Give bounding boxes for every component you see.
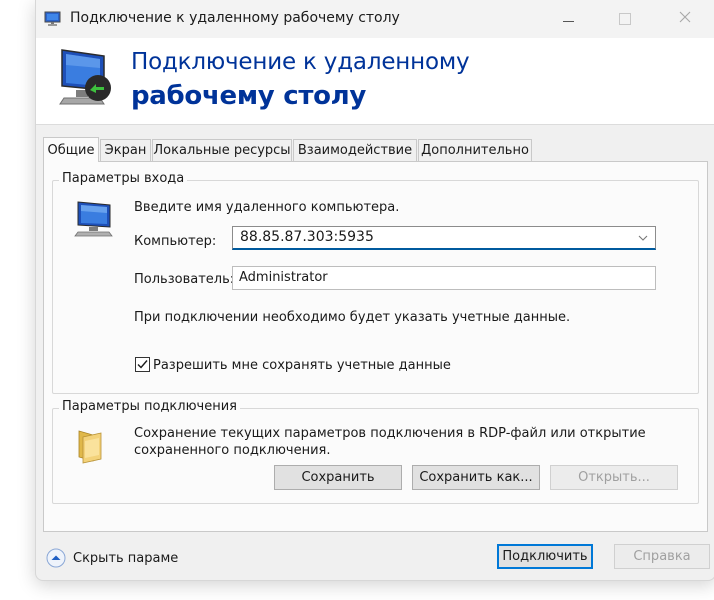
minimize-button[interactable]: [546, 0, 592, 38]
user-value: Administrator: [239, 270, 328, 285]
maximize-icon: [619, 13, 631, 25]
tab-label: Взаимодействие: [297, 143, 413, 158]
credentials-note: При подключении необходимо будет указать…: [134, 310, 571, 325]
button-label: Сохранить как...: [419, 470, 533, 485]
computer-combobox[interactable]: 88.85.87.303:5935: [232, 226, 656, 250]
rdp-window: Подключение к удаленному рабочему столу: [35, 0, 714, 581]
tab-advanced[interactable]: Дополнительно: [418, 139, 532, 161]
connection-description-line1: Сохранение текущих параметров подключени…: [134, 426, 646, 441]
title-bar[interactable]: Подключение к удаленному рабочему столу: [36, 0, 714, 38]
user-field[interactable]: Administrator: [232, 266, 656, 290]
hide-options-label[interactable]: Скрыть параме: [73, 551, 178, 566]
computer-icon: [73, 199, 117, 239]
tab-general[interactable]: Общие: [43, 137, 99, 162]
user-label: Пользователь:: [134, 272, 235, 287]
save-credentials-label[interactable]: Разрешить мне сохранять учетные данные: [153, 358, 451, 373]
tab-label: Локальные ресурсы: [153, 143, 291, 158]
computer-value: 88.85.87.303:5935: [240, 229, 374, 245]
tab-label: Дополнительно: [421, 143, 529, 158]
tab-label: Экран: [104, 143, 147, 158]
computer-label: Компьютер:: [134, 234, 217, 249]
logon-settings-group: Параметры входа Введите имя удаленного к…: [52, 171, 699, 394]
maximize-button[interactable]: [602, 0, 648, 38]
instruction-text: Введите имя удаленного компьютера.: [134, 200, 400, 215]
remote-desktop-monitor-icon: [56, 46, 130, 114]
connection-description-line2: сохраненного подключения.: [134, 443, 331, 458]
open-button[interactable]: Открыть...: [550, 465, 678, 490]
tab-local-resources[interactable]: Локальные ресурсы: [152, 139, 292, 161]
close-button[interactable]: [662, 0, 708, 38]
connection-settings-group: Параметры подключения Сохранение текущих…: [52, 399, 699, 504]
banner: Подключение к удаленному рабочему столу: [36, 38, 714, 125]
chevron-down-icon[interactable]: [637, 232, 649, 244]
remote-desktop-icon: [44, 11, 62, 27]
hide-options-button[interactable]: [46, 548, 66, 568]
button-label: Сохранить: [301, 470, 375, 485]
window-title: Подключение к удаленному рабочему столу: [70, 10, 400, 26]
banner-title-line2: рабочему столу: [131, 81, 367, 111]
banner-title-line1: Подключение к удаленному: [131, 49, 470, 75]
save-as-button[interactable]: Сохранить как...: [412, 465, 540, 490]
tab-panel-general: Параметры входа Введите имя удаленного к…: [43, 161, 708, 532]
minimize-icon: [563, 11, 575, 27]
connect-button[interactable]: Подключить: [497, 544, 593, 569]
tab-experience[interactable]: Взаимодействие: [293, 139, 417, 161]
logon-settings-title: Параметры входа: [59, 171, 188, 186]
save-credentials-checkbox[interactable]: [135, 357, 150, 372]
help-button[interactable]: Справка: [614, 544, 710, 569]
folder-icon: [75, 427, 111, 467]
tab-display[interactable]: Экран: [100, 139, 151, 161]
connection-settings-title: Параметры подключения: [59, 399, 240, 414]
button-label: Подключить: [502, 549, 588, 564]
close-icon: [679, 11, 691, 27]
save-button[interactable]: Сохранить: [274, 465, 402, 490]
button-label: Открыть...: [578, 470, 650, 485]
tab-label: Общие: [47, 142, 95, 158]
button-label: Справка: [633, 549, 691, 564]
